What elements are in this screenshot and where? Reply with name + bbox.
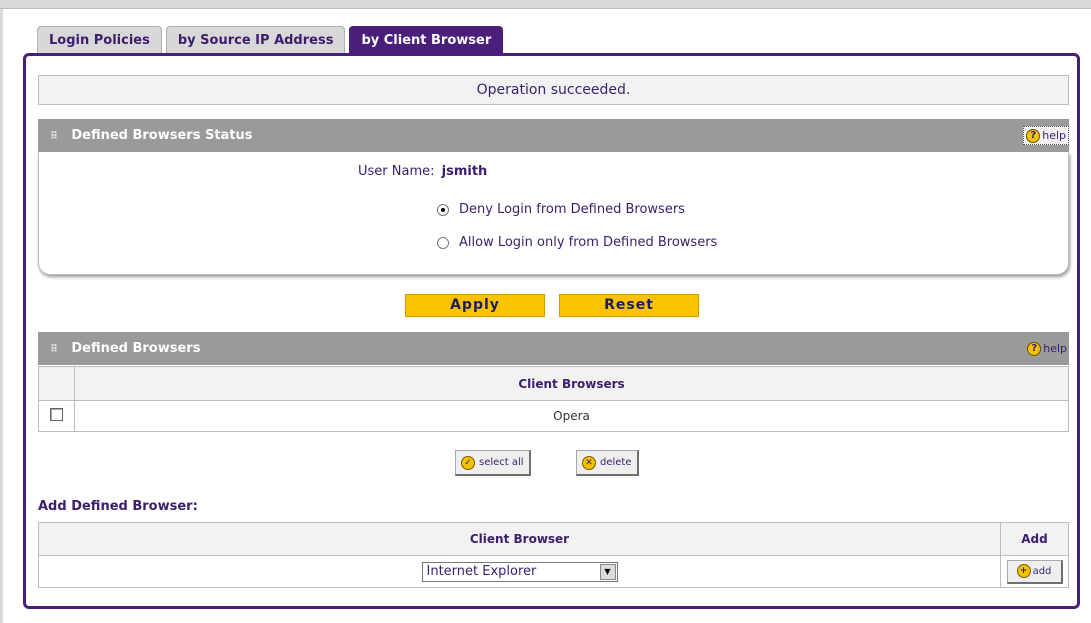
radio-allow-label: Allow Login only from Defined Browsers	[459, 235, 718, 250]
window-left-border	[0, 9, 3, 623]
row-select-cell	[38, 400, 75, 432]
tab-by-source-ip[interactable]: by Source IP Address	[165, 26, 346, 54]
tab-bar: Login Policies by Source IP Address by C…	[37, 26, 504, 54]
table-row: Opera	[38, 400, 1069, 432]
username-row: User Name: jsmith	[358, 164, 487, 179]
browser-select[interactable]: Internet Explorer ▼	[421, 561, 618, 582]
plus-icon: +	[1016, 564, 1031, 578]
browser-name-cell: Opera	[74, 400, 1069, 432]
radio-deny-defined[interactable]: Deny Login from Defined Browsers	[437, 202, 685, 217]
tab-login-policies[interactable]: Login Policies	[37, 26, 162, 54]
add-column-header: Add	[1000, 522, 1069, 556]
select-column-header	[38, 366, 75, 401]
add-table-header-row: Client Browser Add	[38, 522, 1069, 556]
tab-by-client-browser[interactable]: by Client Browser	[349, 26, 504, 54]
select-all-label: select all	[479, 457, 524, 468]
radio-allow-only-defined[interactable]: Allow Login only from Defined Browsers	[437, 235, 717, 250]
help-label: help	[1043, 342, 1067, 355]
check-icon: ✓	[461, 455, 475, 470]
grip-icon: ⠿	[50, 131, 58, 142]
radio-deny-label: Deny Login from Defined Browsers	[459, 202, 685, 217]
status-section-title: Defined Browsers Status	[71, 128, 253, 143]
delete-icon: ✕	[582, 455, 596, 470]
browser-select-cell: Internet Explorer ▼	[38, 555, 1001, 588]
add-table-row: Internet Explorer ▼ + add	[38, 555, 1069, 588]
select-all-button[interactable]: ✓ select all	[455, 450, 531, 476]
window-top-border	[0, 0, 1091, 9]
reset-button[interactable]: Reset	[559, 294, 699, 317]
apply-button[interactable]: Apply	[405, 294, 545, 317]
table-header-row: Client Browsers	[38, 366, 1069, 401]
chevron-down-icon[interactable]: ▼	[599, 563, 616, 580]
radio-button-checked[interactable]	[437, 203, 449, 216]
status-help-button[interactable]: ? help	[1023, 126, 1069, 145]
row-checkbox[interactable]	[50, 407, 63, 421]
browsers-section-header: ⠿ Defined Browsers ? help	[38, 332, 1069, 365]
delete-button[interactable]: ✕ delete	[576, 450, 639, 476]
browser-select-value: Internet Explorer	[426, 564, 537, 579]
browsers-help-button[interactable]: ? help	[1025, 339, 1069, 358]
browsers-table: Client Browsers Opera	[38, 366, 1069, 432]
add-browser-title: Add Defined Browser:	[38, 499, 198, 514]
status-message: Operation succeeded.	[38, 75, 1069, 105]
grip-icon: ⠿	[50, 344, 58, 355]
help-icon: ?	[1026, 128, 1041, 143]
client-browsers-column-header: Client Browsers	[74, 366, 1069, 401]
add-browser-button[interactable]: + add	[1006, 559, 1063, 584]
add-label: add	[1032, 565, 1052, 577]
browsers-section-title: Defined Browsers	[71, 341, 201, 356]
username-value: jsmith	[441, 164, 488, 179]
help-label: help	[1042, 129, 1066, 142]
status-section-header: ⠿ Defined Browsers Status ? help	[38, 119, 1069, 152]
add-button-cell: + add	[1000, 555, 1069, 588]
add-browser-table: Client Browser Add Internet Explorer ▼ +…	[38, 522, 1069, 588]
username-label: User Name:	[358, 164, 435, 179]
help-icon: ?	[1027, 341, 1042, 356]
radio-button[interactable]	[437, 236, 449, 249]
delete-label: delete	[600, 457, 632, 468]
client-browser-column-header: Client Browser	[38, 522, 1001, 556]
